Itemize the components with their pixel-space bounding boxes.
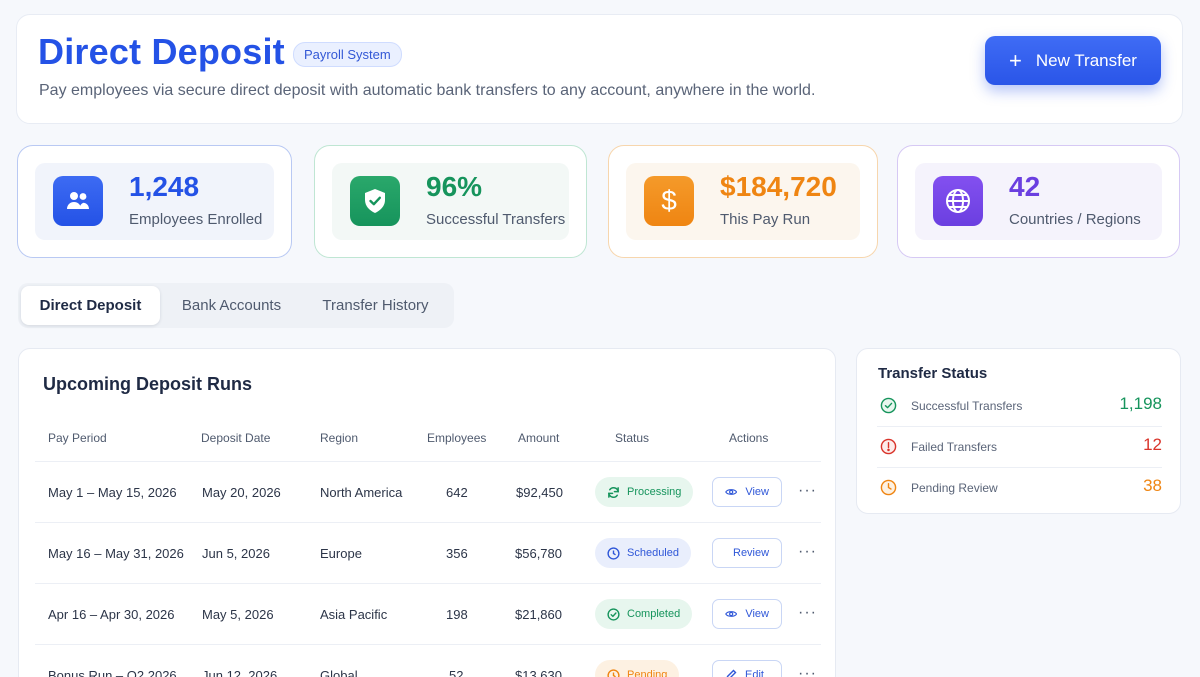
status-badge: Scheduled xyxy=(595,538,691,568)
review-button[interactable]: Review xyxy=(712,538,782,568)
employees-count: 642 xyxy=(446,485,468,500)
page-subtitle: Pay employees via secure direct deposit … xyxy=(39,82,816,99)
tab-bar: Direct Deposit Bank Accounts Transfer Hi… xyxy=(18,283,454,328)
system-badge: Payroll System xyxy=(293,42,402,67)
employees-count: 356 xyxy=(446,546,468,561)
alert-circle-icon xyxy=(880,438,897,455)
stat-card-payrun: $ $184,720 This Pay Run xyxy=(608,145,878,258)
stat-card-regions: 42 Countries / Regions xyxy=(897,145,1180,258)
check-circle-icon xyxy=(607,607,620,621)
eye-icon xyxy=(725,611,738,617)
stat-value: 96% xyxy=(426,171,483,202)
deposit-date: May 5, 2026 xyxy=(202,607,274,622)
status-row-pending: Pending Review 38 xyxy=(877,468,1162,509)
view-button[interactable]: View xyxy=(712,477,782,507)
table-row[interactable]: May 1 – May 15, 2026 May 20, 2026 North … xyxy=(35,461,821,522)
status-label: Failed Transfers xyxy=(911,440,998,454)
status-row-successful: Successful Transfers 1,198 xyxy=(877,386,1162,427)
status-badge: Pending xyxy=(595,660,680,677)
amount: $13,630 xyxy=(515,668,562,677)
status-value: 12 xyxy=(1143,435,1162,454)
deposit-runs-card: Upcoming Deposit Runs Pay Period Deposit… xyxy=(18,348,836,677)
more-icon[interactable]: ··· xyxy=(798,645,817,677)
globe-icon xyxy=(933,176,983,226)
tab-transfer-history[interactable]: Transfer History xyxy=(306,286,445,325)
status-badge: Processing xyxy=(595,477,694,507)
shield-check-icon xyxy=(350,176,400,226)
view-button[interactable]: View xyxy=(712,599,782,629)
users-icon xyxy=(53,176,103,226)
more-icon[interactable]: ··· xyxy=(798,523,817,584)
stat-label: This Pay Run xyxy=(720,211,811,228)
section-title: Upcoming Deposit Runs xyxy=(43,374,253,394)
status-label: Successful Transfers xyxy=(911,399,1023,413)
clock-icon xyxy=(880,479,897,496)
new-transfer-label: New Transfer xyxy=(1035,50,1137,70)
stat-value: 42 xyxy=(1009,171,1041,202)
status-value: 1,198 xyxy=(1119,394,1162,413)
amount: $21,860 xyxy=(515,607,562,622)
stat-card-success: 96% Successful Transfers xyxy=(314,145,587,258)
status-row-failed: Failed Transfers 12 xyxy=(877,427,1162,468)
plus-icon: + xyxy=(1009,47,1022,73)
page-title: Direct Deposit xyxy=(38,31,285,72)
refresh-icon xyxy=(608,486,619,498)
column-header: Status xyxy=(615,431,650,445)
status-label: Pending Review xyxy=(911,481,998,495)
stat-label: Employees Enrolled xyxy=(129,211,263,228)
column-header: Pay Period xyxy=(48,431,107,445)
column-header: Deposit Date xyxy=(201,431,271,445)
dollar-icon: $ xyxy=(644,176,694,226)
clock-icon xyxy=(607,668,620,677)
deposit-date: Jun 5, 2026 xyxy=(202,546,270,561)
stat-label: Successful Transfers xyxy=(426,211,566,228)
table-row[interactable]: Apr 16 – Apr 30, 2026 May 5, 2026 Asia P… xyxy=(35,583,821,644)
employees-count: 198 xyxy=(446,607,468,622)
eye-icon xyxy=(725,489,738,495)
tab-direct-deposit[interactable]: Direct Deposit xyxy=(21,286,160,325)
region: Global xyxy=(320,668,358,677)
status-value: 38 xyxy=(1143,476,1162,495)
edit-button[interactable]: Edit xyxy=(712,660,782,677)
amount: $56,780 xyxy=(515,546,562,561)
amount: $92,450 xyxy=(516,485,563,500)
region: North America xyxy=(320,485,403,500)
stat-value: $184,720 xyxy=(720,171,837,202)
pay-period: Bonus Run – Q2 2026 xyxy=(48,668,177,677)
table-row[interactable]: Bonus Run – Q2 2026 Jun 12, 2026 Global … xyxy=(35,644,821,677)
column-header: Amount xyxy=(518,431,560,445)
employees-count: 52 xyxy=(449,668,464,677)
stat-value: 1,248 xyxy=(129,171,200,202)
column-header: Actions xyxy=(729,431,769,445)
clock-icon xyxy=(607,546,620,560)
pay-period: Apr 16 – Apr 30, 2026 xyxy=(48,607,175,622)
status-badge: Completed xyxy=(595,599,693,629)
table-row[interactable]: May 16 – May 31, 2026 Jun 5, 2026 Europe… xyxy=(35,522,821,583)
pencil-icon xyxy=(726,669,737,677)
check-circle-icon xyxy=(880,397,897,414)
column-header: Employees xyxy=(427,431,487,445)
region: Europe xyxy=(320,546,362,561)
deposit-date: May 20, 2026 xyxy=(202,485,281,500)
column-header: Region xyxy=(320,431,359,445)
pay-period: May 16 – May 31, 2026 xyxy=(48,546,184,561)
new-transfer-button[interactable]: + New Transfer xyxy=(985,36,1161,85)
more-icon[interactable]: ··· xyxy=(798,584,817,645)
pay-period: May 1 – May 15, 2026 xyxy=(48,485,177,500)
stat-card-employees: 1,248 Employees Enrolled xyxy=(17,145,292,258)
region: Asia Pacific xyxy=(320,607,388,622)
page-header: Direct Deposit Payroll System Pay employ… xyxy=(16,14,1183,124)
more-icon[interactable]: ··· xyxy=(798,462,817,523)
transfer-status-card: Transfer Status Successful Transfers 1,1… xyxy=(856,348,1181,514)
stat-label: Countries / Regions xyxy=(1009,211,1141,228)
deposit-date: Jun 12, 2026 xyxy=(202,668,278,677)
tab-bank-accounts[interactable]: Bank Accounts xyxy=(168,286,295,325)
section-title: Transfer Status xyxy=(878,365,988,382)
